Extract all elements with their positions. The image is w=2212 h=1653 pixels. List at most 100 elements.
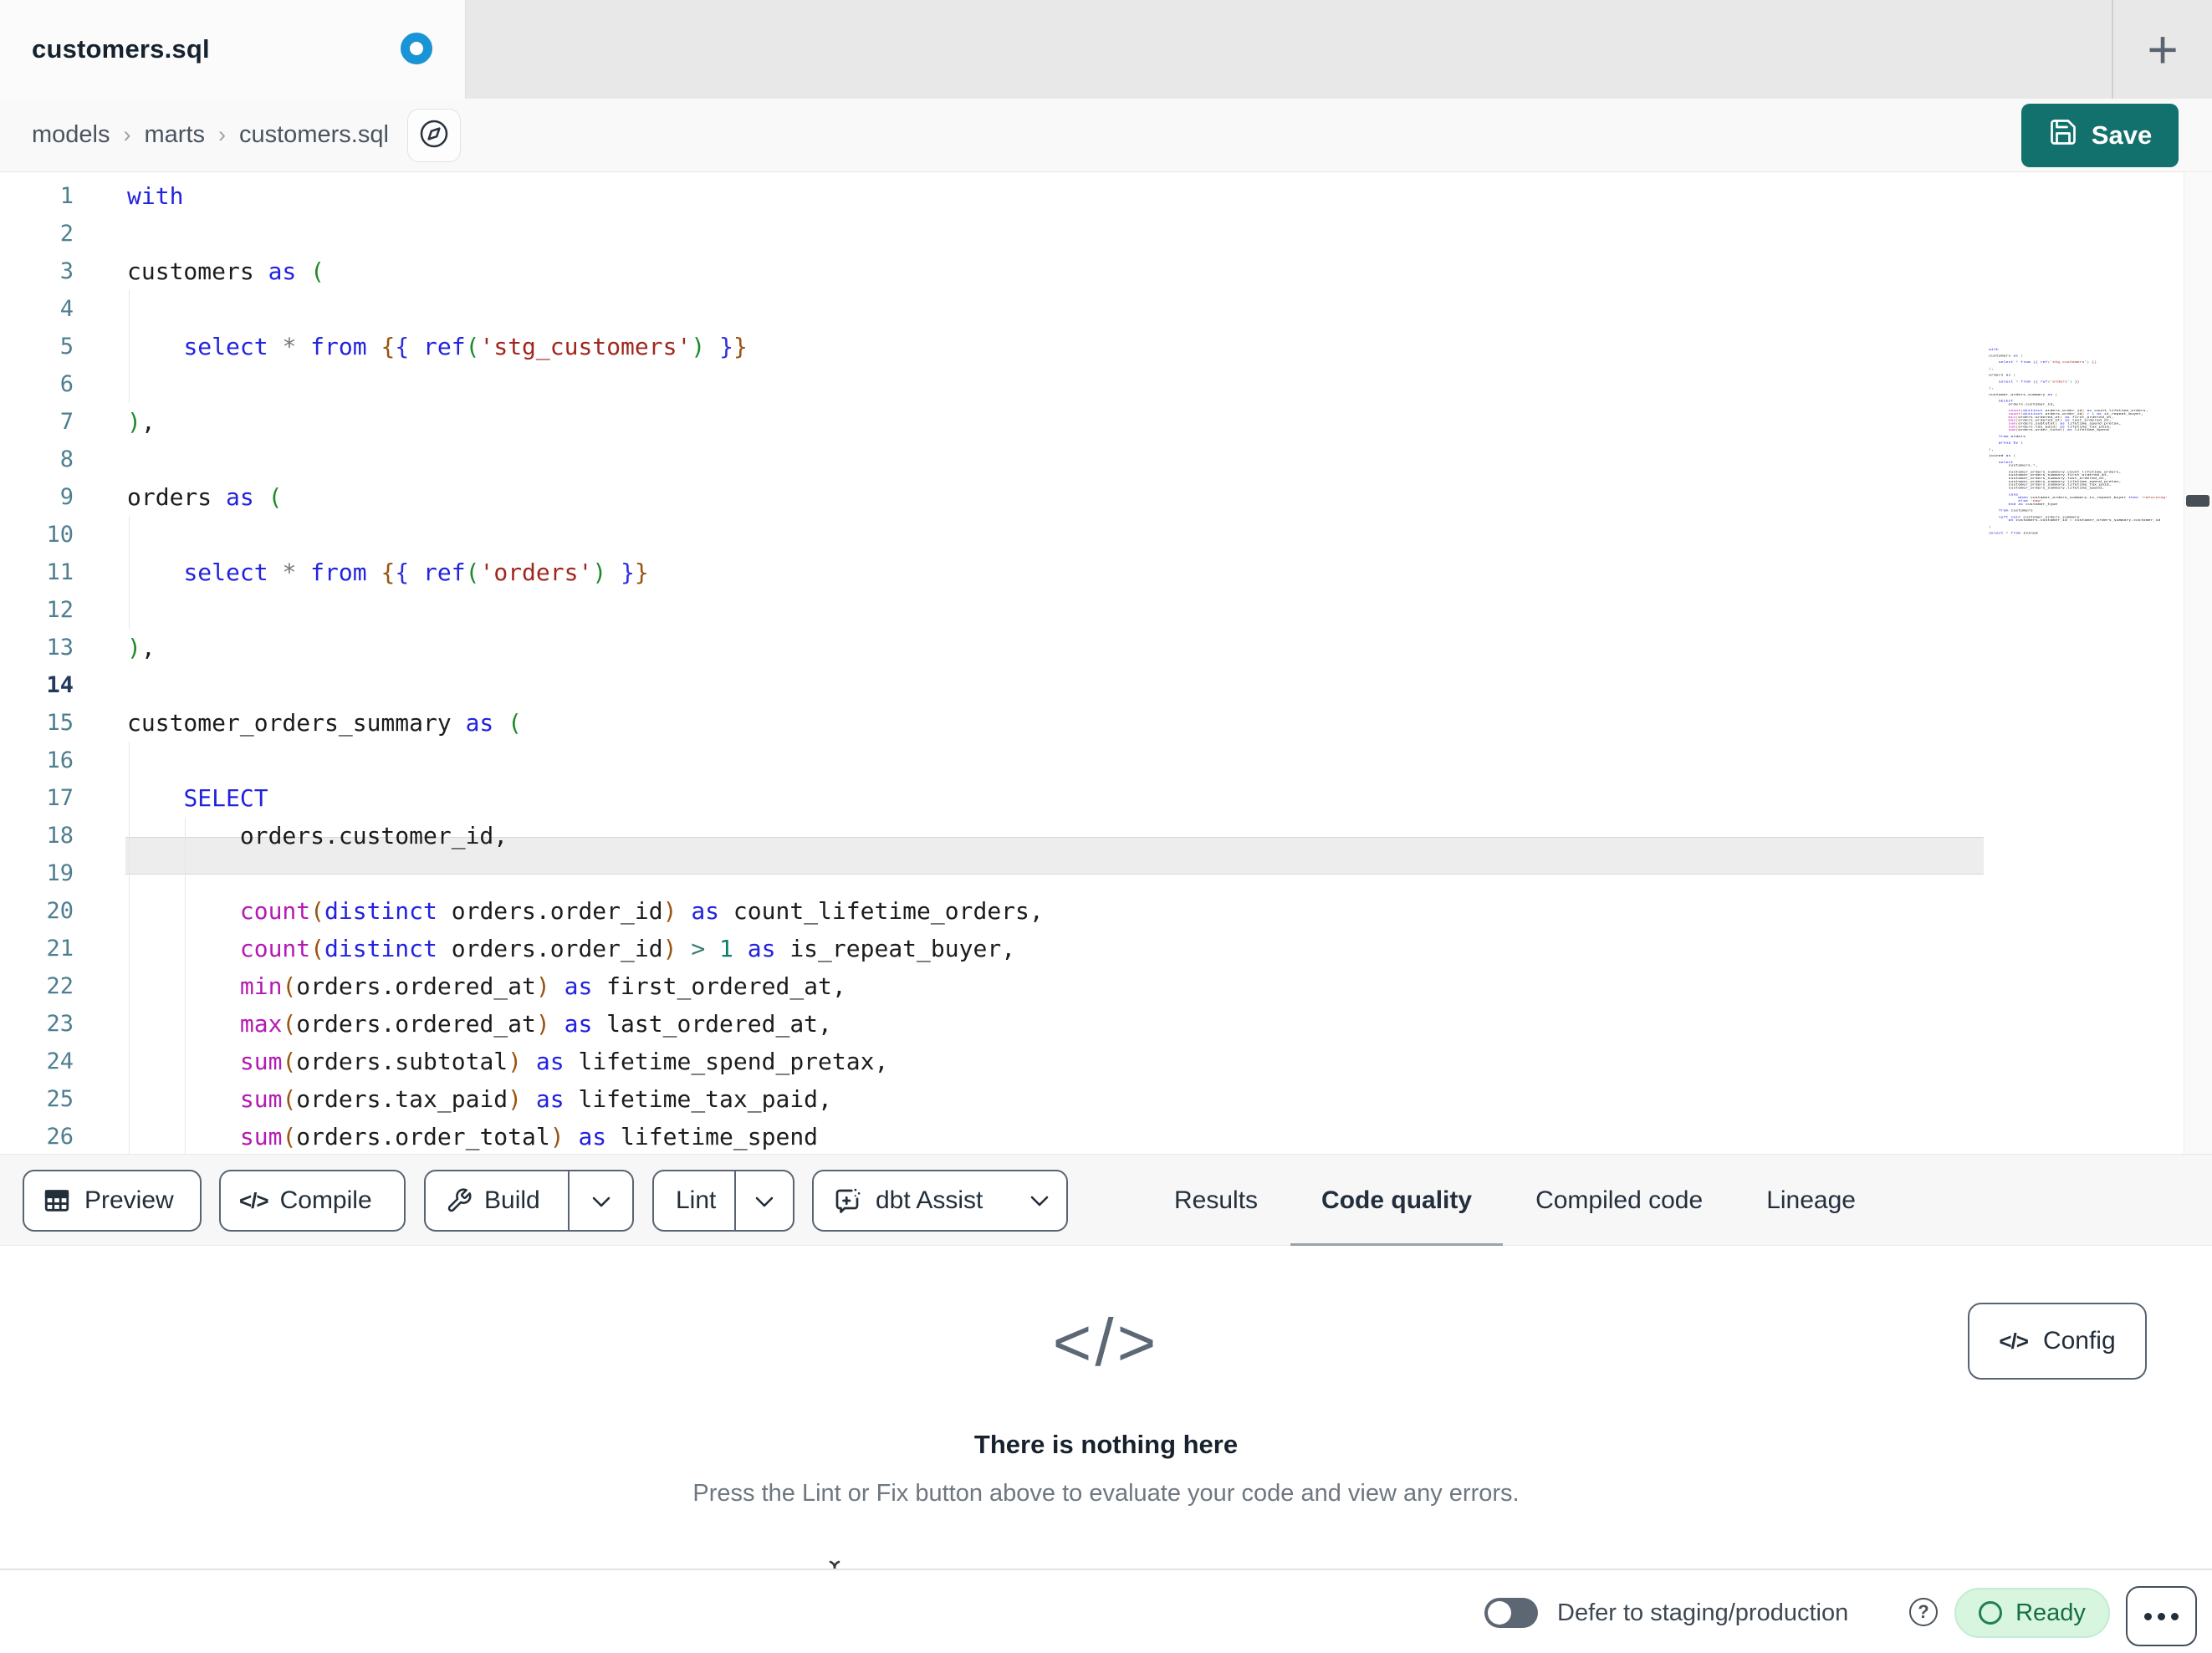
line-number: 18: [46, 823, 74, 849]
empty-state-description: Press the Lint or Fix button above to ev…: [692, 1480, 1520, 1507]
code-line[interactable]: count(distinct orders.order_id) > 1 as i…: [127, 930, 1044, 967]
indent-guide: [129, 742, 130, 1154]
wrench-icon: [446, 1187, 473, 1214]
code-line[interactable]: with: [127, 177, 1044, 215]
code-line[interactable]: customer_orders_summary as (: [127, 704, 1044, 742]
line-number: 25: [46, 1086, 74, 1112]
results-panel: </> Config </> There is nothing here Pre…: [0, 1246, 2212, 1569]
compass-icon: [419, 119, 449, 151]
line-number: 9: [59, 484, 74, 510]
line-number: 11: [46, 559, 74, 585]
code-line[interactable]: [127, 290, 1044, 328]
line-number: 2: [59, 221, 74, 247]
line-number: 1: [59, 183, 74, 209]
code-line[interactable]: sum(orders.order_total) as lifetime_spen…: [127, 1118, 1044, 1154]
code-line[interactable]: count(distinct orders.order_id) as count…: [127, 892, 1044, 930]
tab-compiled-code[interactable]: Compiled code: [1535, 1170, 1703, 1232]
assist-sparkle-chat-icon: [832, 1186, 862, 1216]
ellipsis-icon: [2144, 1612, 2152, 1620]
code-icon: </>: [239, 1187, 269, 1213]
line-number-gutter: 1 2 3 4 5 6 7 8 9 10 11 12 13 14 15 16 17 18 19 20 21 22 23 24 2…: [0, 177, 74, 1154]
chevron-down-icon: [754, 1186, 774, 1215]
line-number: 13: [46, 635, 74, 661]
indent-guide: [185, 817, 186, 1154]
code-line[interactable]: orders.customer_id,: [127, 817, 1044, 855]
tab-results[interactable]: Results: [1174, 1170, 1258, 1232]
build-split-button: Build: [424, 1170, 634, 1232]
status-circle-icon: [1979, 1601, 2003, 1625]
line-number: 6: [59, 371, 74, 397]
code-line[interactable]: [127, 441, 1044, 478]
code-line[interactable]: ),: [127, 403, 1044, 441]
code-line[interactable]: [127, 591, 1044, 629]
lint-button[interactable]: Lint: [654, 1171, 734, 1230]
lint-dropdown-button[interactable]: [734, 1171, 793, 1230]
code-line[interactable]: select * from {{ ref('orders') }}: [127, 554, 1044, 591]
indent-guide: [129, 516, 130, 629]
compile-label: Compile: [279, 1186, 372, 1214]
code-line[interactable]: [127, 855, 1044, 892]
code-area[interactable]: with customers as ( select * from {{ ref…: [127, 177, 1044, 1154]
defer-label: Defer to staging/production: [1557, 1599, 1849, 1626]
breadcrumb-item-models[interactable]: models: [32, 121, 110, 149]
chevron-down-icon: [591, 1186, 611, 1215]
code-line[interactable]: [127, 666, 1044, 704]
empty-state: </> There is nothing here Press the Lint…: [0, 1246, 2212, 1508]
unsaved-changes-dot-icon: [401, 33, 432, 64]
line-number: 23: [46, 1011, 74, 1037]
open-lineage-button[interactable]: [406, 108, 461, 162]
minimap[interactable]: with customers as ( select * from {{ ref…: [1989, 348, 2183, 553]
preview-button[interactable]: Preview: [23, 1170, 202, 1232]
new-tab-button[interactable]: +: [2128, 14, 2198, 84]
code-line[interactable]: SELECT: [127, 779, 1044, 817]
breadcrumb-item-marts[interactable]: marts: [145, 121, 206, 149]
code-line[interactable]: min(orders.ordered_at) as first_ordered_…: [127, 967, 1044, 1005]
toggle-knob: [1488, 1601, 1511, 1625]
status-bar: Defer to staging/production ? Ready: [0, 1569, 2212, 1653]
code-line[interactable]: [127, 516, 1044, 554]
line-number: 3: [59, 258, 74, 284]
more-options-button[interactable]: [2126, 1586, 2197, 1646]
table-icon: [43, 1186, 71, 1215]
tab-title: customers.sql: [32, 34, 210, 64]
code-line[interactable]: [127, 215, 1044, 253]
code-slash-icon: </>: [1052, 1305, 1160, 1380]
code-line[interactable]: select * from {{ ref('stg_customers') }}: [127, 328, 1044, 365]
line-number: 24: [46, 1048, 74, 1074]
code-line[interactable]: sum(orders.subtotal) as lifetime_spend_p…: [127, 1043, 1044, 1080]
code-line[interactable]: [127, 742, 1044, 779]
build-dropdown-button[interactable]: [568, 1171, 632, 1230]
line-number: 17: [46, 785, 74, 811]
scrollbar-thumb[interactable]: [2186, 495, 2209, 507]
indent-guide: [129, 290, 130, 403]
code-line[interactable]: [127, 365, 1044, 403]
code-editor[interactable]: 1 2 3 4 5 6 7 8 9 10 11 12 13 14 15 16 17 18 19 20 21 22 23 24 2…: [0, 172, 2212, 1154]
dbt-assist-button[interactable]: dbt Assist: [812, 1170, 1068, 1232]
code-line[interactable]: orders as (: [127, 478, 1044, 516]
line-number: 26: [46, 1124, 74, 1150]
tab-lineage[interactable]: Lineage: [1766, 1170, 1856, 1232]
code-line[interactable]: sum(orders.tax_paid) as lifetime_tax_pai…: [127, 1080, 1044, 1118]
line-number: 4: [59, 296, 74, 322]
preview-label: Preview: [84, 1186, 174, 1214]
chevron-down-icon: [1029, 1195, 1050, 1207]
code-line[interactable]: customers as (: [127, 253, 1044, 290]
breadcrumb-separator: ›: [123, 122, 131, 147]
line-number: 12: [46, 597, 74, 623]
defer-toggle[interactable]: [1484, 1598, 1538, 1628]
plus-icon: +: [2147, 19, 2179, 79]
lint-label: Lint: [676, 1186, 717, 1214]
build-button[interactable]: Build: [426, 1171, 568, 1230]
line-number: 20: [46, 898, 74, 924]
tab-customers-sql[interactable]: customers.sql: [0, 0, 466, 99]
dbt-ide-window: customers.sql + models › marts › custome…: [0, 0, 2212, 1653]
tab-code-quality[interactable]: Code quality: [1290, 1170, 1504, 1250]
code-line[interactable]: max(orders.ordered_at) as last_ordered_a…: [127, 1005, 1044, 1043]
breadcrumb-item-file[interactable]: customers.sql: [239, 121, 389, 149]
scrollbar-track[interactable]: [2184, 172, 2212, 1154]
save-button[interactable]: Save: [2021, 103, 2179, 167]
code-line[interactable]: ),: [127, 629, 1044, 666]
help-icon[interactable]: ?: [1909, 1598, 1938, 1626]
compile-button[interactable]: </> Compile: [219, 1170, 406, 1232]
ready-label: Ready: [2015, 1599, 2086, 1626]
